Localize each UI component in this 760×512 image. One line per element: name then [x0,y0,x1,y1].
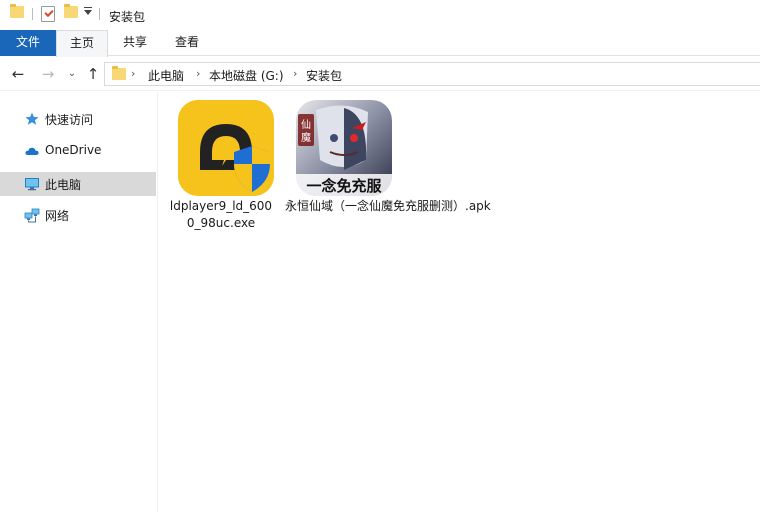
sidebar-item-label: 快速访问 [45,113,94,127]
file-name: 永恒仙域（一念仙魔免充服删测）.apk [285,199,491,213]
breadcrumb-chevron-icon[interactable]: › [196,67,200,80]
tab-share[interactable]: 共享 [112,30,158,56]
new-folder-icon[interactable] [64,4,78,18]
properties-check-icon[interactable] [41,6,55,22]
sidebar-item-onedrive[interactable]: OneDrive [0,139,156,163]
sidebar-item-this-pc[interactable]: 此电脑 [0,172,156,196]
sidebar-item-label: 网络 [45,209,70,223]
window-title: 安装包 [109,10,146,24]
ldplayer-app-icon [178,100,274,196]
quick-access-dropdown-icon[interactable] [84,7,92,15]
artwork-title-text: 一念免充服 [306,177,382,195]
breadcrumb-this-pc[interactable]: 此电脑 [148,67,184,84]
network-icon [24,208,40,223]
folder-icon [10,4,24,18]
breadcrumb-chevron-icon[interactable]: › [293,67,297,80]
title-bar: 安装包 [0,0,760,30]
game-apk-icon: 仙魔 一念免充服 [296,100,392,196]
tab-view[interactable]: 查看 [164,30,210,56]
breadcrumb-current-folder[interactable]: 安装包 [306,67,342,84]
up-arrow-icon[interactable]: ↑ [84,65,102,83]
separator [32,8,33,20]
back-arrow-icon[interactable]: ← [9,65,27,83]
navigation-bar: ← → ⌄ ↑ › 此电脑 › 本地磁盘 (G:) › 安装包 [0,57,760,91]
breadcrumb-local-disk[interactable]: 本地磁盘 (G:) [209,67,284,84]
navigation-pane: 快速访问 OneDrive 此电脑 网络 [0,92,158,512]
forward-arrow-icon[interactable]: → [39,65,57,83]
sidebar-item-label: OneDrive [45,143,102,157]
address-bar[interactable]: › 此电脑 › 本地磁盘 (G:) › 安装包 [104,62,760,86]
ribbon-tabs: 文件 主页 共享 查看 [0,30,760,57]
cloud-icon [25,147,39,155]
file-item-apk[interactable]: 仙魔 一念免充服 永恒仙域（一念仙魔免充服删测）.apk [283,92,493,242]
breadcrumb-chevron-icon[interactable]: › [131,67,135,80]
folder-icon [112,66,126,80]
sidebar-item-label: 此电脑 [45,178,82,192]
recent-locations-chevron-icon[interactable]: ⌄ [63,65,81,83]
star-icon [25,112,39,125]
tab-file[interactable]: 文件 [0,30,56,56]
sidebar-item-quick-access[interactable]: 快速访问 [0,107,156,131]
computer-icon [25,178,39,191]
separator [99,8,100,20]
file-item-ldplayer[interactable]: ldplayer9_ld_6000_98uc.exe [165,92,275,242]
file-list: ldplayer9_ld_6000_98uc.exe 仙魔 一念免充服 永恒仙域… [159,92,760,512]
sidebar-item-network[interactable]: 网络 [0,203,156,227]
tab-home[interactable]: 主页 [56,30,108,57]
file-name: ldplayer9_ld_6000_98uc.exe [169,199,273,230]
